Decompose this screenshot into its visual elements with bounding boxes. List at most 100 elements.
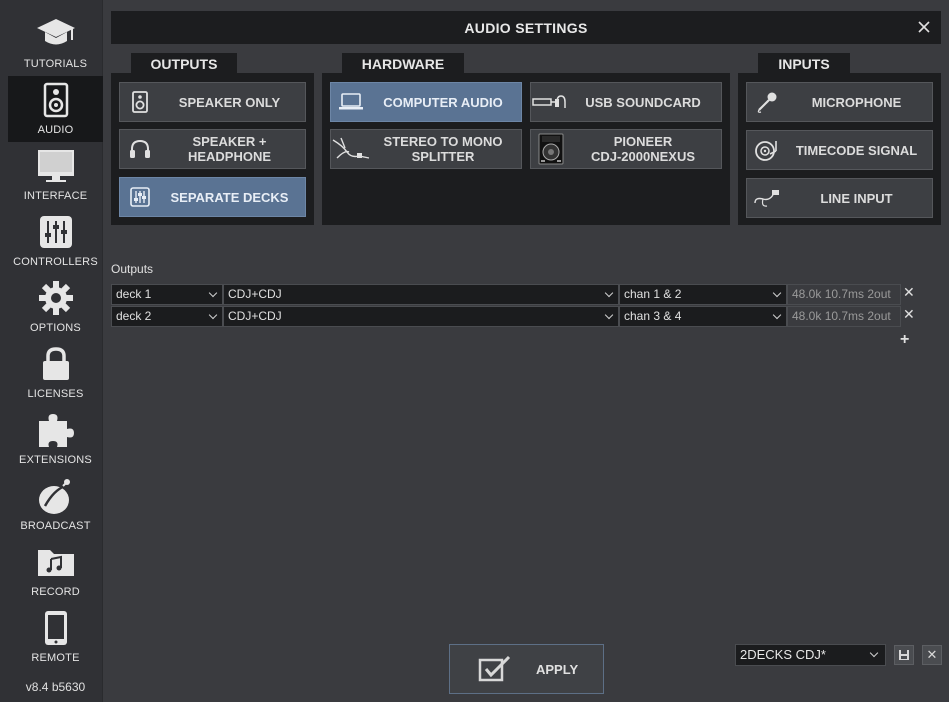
sidebar-item-options[interactable]: OPTIONS [8, 274, 103, 340]
preset-select[interactable]: 2DECKS CDJ* [735, 644, 886, 666]
device-select[interactable]: CDJ+CDJ [223, 284, 619, 305]
inputs-group-title: INPUTS [758, 53, 850, 74]
speaker-icon [120, 82, 160, 122]
hardware-group: COMPUTER AUDIO USB SOUNDCARD STEREO TO M… [322, 73, 730, 225]
sidebar-item-remote[interactable]: REMOTE [8, 604, 103, 670]
tablet-icon [43, 604, 69, 652]
sidebar-item-label: INTERFACE [23, 190, 88, 202]
button-label: TIMECODE SIGNAL [795, 142, 918, 158]
channel-select[interactable]: chan 3 & 4 [619, 306, 787, 327]
outputs-group: SPEAKER ONLY SPEAKER + HEADPHONE SEPARAT… [111, 73, 314, 225]
deck-select[interactable]: deck 2 [111, 306, 223, 327]
deck-value: deck 2 [116, 309, 152, 323]
timecode-signal-button[interactable]: TIMECODE SIGNAL [746, 130, 933, 170]
microphone-icon [747, 82, 787, 122]
button-label: SEPARATE DECKS [170, 189, 289, 205]
output-info: 48.0k 10.7ms 2out [787, 306, 901, 327]
channel-value: chan 3 & 4 [624, 309, 682, 323]
remove-row-button[interactable]: ✕ [903, 306, 915, 322]
apply-button[interactable]: APPLY [449, 644, 604, 694]
chevron-down-icon [208, 288, 218, 298]
button-label: STEREO TO MONO SPLITTER [383, 134, 503, 164]
pioneer-cdj-button[interactable]: PIONEER CDJ-2000NEXUS [530, 129, 722, 169]
save-preset-button[interactable] [894, 645, 914, 665]
graduation-cap-icon [36, 10, 76, 58]
button-label: COMPUTER AUDIO [383, 94, 503, 110]
speaker-icon [42, 76, 70, 124]
table-row: deck 2 CDJ+CDJ chan 3 & 4 48.0k 10.7ms 2… [111, 306, 915, 327]
sidebar-item-label: OPTIONS [30, 322, 81, 334]
chevron-down-icon [208, 310, 218, 320]
mixer-icon [120, 177, 160, 217]
button-label: MICROPHONE [811, 94, 902, 110]
channel-select[interactable]: chan 1 & 2 [619, 284, 787, 305]
sidebar: TUTORIALS AUDIO INTERFACE CONTROLLERS OP… [0, 0, 103, 702]
chevron-down-icon [772, 310, 782, 320]
laptop-icon [331, 82, 371, 122]
button-label: USB SOUNDCARD [585, 94, 701, 110]
sidebar-item-interface[interactable]: INTERFACE [8, 142, 103, 208]
sidebar-item-controllers[interactable]: CONTROLLERS [8, 208, 103, 274]
gear-icon [38, 274, 74, 322]
microphone-button[interactable]: MICROPHONE [746, 82, 933, 122]
inputs-group: MICROPHONE TIMECODE SIGNAL LINE INPUT [738, 73, 941, 225]
stereo-to-mono-splitter-button[interactable]: STEREO TO MONO SPLITTER [330, 129, 522, 169]
puzzle-icon [36, 406, 76, 454]
chevron-down-icon [604, 310, 614, 320]
device-value: CDJ+CDJ [228, 309, 282, 323]
button-label: LINE INPUT [820, 190, 893, 206]
preset-value: 2DECKS CDJ* [740, 647, 826, 662]
usb-cable-icon [531, 82, 571, 122]
remove-row-button[interactable]: ✕ [903, 284, 915, 300]
delete-preset-button[interactable]: ✕ [922, 645, 942, 665]
chevron-down-icon [604, 288, 614, 298]
sidebar-item-label: BROADCAST [20, 520, 91, 532]
page-title: AUDIO SETTINGS [464, 19, 588, 36]
title-bar: AUDIO SETTINGS [111, 11, 941, 44]
sidebar-item-label: TUTORIALS [23, 58, 88, 70]
speaker-headphone-button[interactable]: SPEAKER + HEADPHONE [119, 129, 306, 169]
add-output-button[interactable]: + [900, 331, 909, 349]
sidebar-item-extensions[interactable]: EXTENSIONS [8, 406, 103, 472]
button-label: SPEAKER + HEADPHONE [187, 134, 272, 164]
hardware-group-title: HARDWARE [342, 53, 464, 74]
sidebar-item-label: AUDIO [37, 124, 74, 136]
chevron-down-icon [869, 648, 879, 658]
sidebar-item-label: REMOTE [31, 652, 80, 664]
button-label: SPEAKER ONLY [178, 94, 281, 110]
sidebar-item-label: CONTROLLERS [13, 256, 98, 268]
computer-audio-button[interactable]: COMPUTER AUDIO [330, 82, 522, 122]
device-value: CDJ+CDJ [228, 287, 282, 301]
sidebar-item-label: RECORD [31, 586, 80, 598]
sidebar-item-licenses[interactable]: LICENSES [8, 340, 103, 406]
line-cable-icon [747, 178, 787, 218]
sidebar-item-audio[interactable]: AUDIO [8, 76, 103, 142]
device-select[interactable]: CDJ+CDJ [223, 306, 619, 327]
satellite-dish-icon [37, 472, 75, 520]
save-icon [899, 650, 909, 660]
sidebar-item-record[interactable]: RECORD [8, 538, 103, 604]
splitter-cable-icon [331, 129, 371, 169]
cdj-icon [531, 129, 571, 169]
outputs-group-title: OUTPUTS [131, 53, 237, 74]
output-info: 48.0k 10.7ms 2out [787, 284, 901, 305]
sidebar-item-tutorials[interactable]: TUTORIALS [8, 10, 103, 76]
sidebar-item-label: EXTENSIONS [19, 454, 92, 466]
checkbox-check-icon [478, 655, 511, 682]
monitor-icon [36, 142, 76, 190]
usb-soundcard-button[interactable]: USB SOUNDCARD [530, 82, 722, 122]
speaker-only-button[interactable]: SPEAKER ONLY [119, 82, 306, 122]
line-input-button[interactable]: LINE INPUT [746, 178, 933, 218]
sidebar-item-label: LICENSES [27, 388, 84, 400]
sliders-icon [39, 208, 73, 256]
deck-select[interactable]: deck 1 [111, 284, 223, 305]
headphone-icon [120, 129, 160, 169]
close-button[interactable] [915, 18, 933, 36]
deck-value: deck 1 [116, 287, 152, 301]
music-folder-icon [36, 538, 76, 586]
outputs-section-label: Outputs [111, 262, 154, 276]
lock-icon [41, 340, 71, 388]
sidebar-item-broadcast[interactable]: BROADCAST [8, 472, 103, 538]
close-icon [918, 21, 930, 33]
separate-decks-button[interactable]: SEPARATE DECKS [119, 177, 306, 217]
